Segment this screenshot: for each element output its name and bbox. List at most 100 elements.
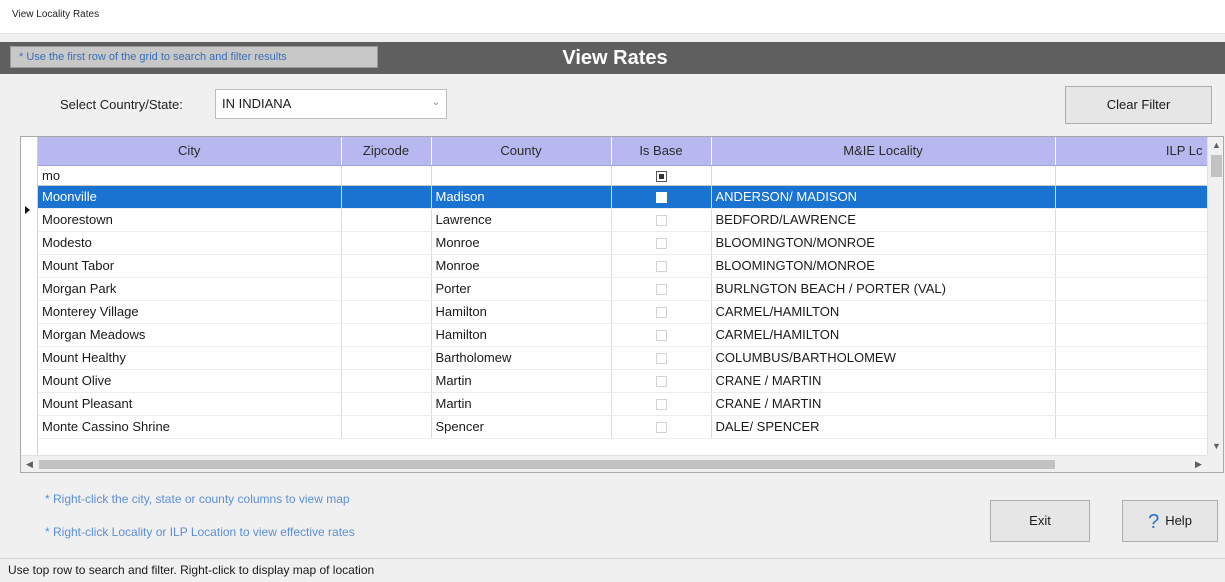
zipcode-cell[interactable] [341,346,432,370]
table-row[interactable]: Modesto Monroe BLOOMINGTON/MONROE [38,231,1208,255]
city-cell[interactable]: Monterey Village [38,300,342,324]
county-cell[interactable]: Bartholomew [431,346,612,370]
table-row[interactable]: Morgan Park Porter BURLNGTON BEACH / PORTE… [38,277,1208,301]
mie-locality-cell[interactable]: ANDERSON/ MADISON [711,185,1056,209]
table-row[interactable]: Morgan Meadows Hamilton CARMEL/HAMILTON [38,323,1208,347]
zipcode-cell[interactable] [341,323,432,347]
table-row[interactable]: Moonville Madison ANDERSON/ MADISON [38,185,1208,209]
ilp-location-cell[interactable] [1055,277,1208,301]
ilp-location-cell[interactable] [1055,415,1208,439]
is-base-cell[interactable] [611,369,712,393]
city-cell[interactable]: Monte Cassino Shrine [38,415,342,439]
zipcode-cell[interactable] [341,277,432,301]
zipcode-cell[interactable] [341,254,432,278]
is-base-cell[interactable] [611,346,712,370]
table-row[interactable]: Mount Tabor Monroe BLOOMINGTON/MONROE [38,254,1208,278]
help-button[interactable]: ? Help [1122,500,1218,542]
county-cell[interactable]: Monroe [431,231,612,255]
filter-city-input[interactable]: mo [38,165,342,186]
filter-is-base-checkbox[interactable] [611,165,712,186]
mie-locality-cell[interactable]: CRANE / MARTIN [711,392,1056,416]
mie-locality-cell[interactable]: BLOOMINGTON/MONROE [711,231,1056,255]
filter-mie-input[interactable] [711,165,1056,186]
ilp-location-cell[interactable] [1055,346,1208,370]
is-base-cell[interactable] [611,300,712,324]
ilp-location-cell[interactable] [1055,300,1208,324]
table-row[interactable]: Mount Healthy Bartholomew COLUMBUS/BARTHOL… [38,346,1208,370]
is-base-cell[interactable] [611,231,712,255]
scroll-right-icon[interactable]: ▶ [1190,456,1207,472]
table-row[interactable]: Monterey Village Hamilton CARMEL/HAMILTON [38,300,1208,324]
mie-locality-cell[interactable]: CARMEL/HAMILTON [711,300,1056,324]
is-base-cell[interactable] [611,185,712,209]
zipcode-cell[interactable] [341,208,432,232]
mie-locality-cell[interactable]: DALE/ SPENCER [711,415,1056,439]
zipcode-cell[interactable] [341,415,432,439]
mie-locality-cell[interactable]: CARMEL/HAMILTON [711,323,1056,347]
is-base-cell[interactable] [611,415,712,439]
column-header-zipcode[interactable]: Zipcode [341,137,432,166]
zipcode-cell[interactable] [341,185,432,209]
country-state-select[interactable]: IN INDIANA ⌄ [215,89,447,119]
county-cell[interactable]: Lawrence [431,208,612,232]
column-header-ilp-location[interactable]: ILP Lc [1055,137,1208,166]
filter-ilp-input[interactable] [1055,165,1208,186]
county-cell[interactable]: Hamilton [431,300,612,324]
city-cell[interactable]: Mount Healthy [38,346,342,370]
column-header-is-base[interactable]: Is Base [611,137,712,166]
exit-button[interactable]: Exit [990,500,1090,542]
is-base-cell[interactable] [611,208,712,232]
city-cell[interactable]: Mount Pleasant [38,392,342,416]
horizontal-scrollbar[interactable]: ◀ ▶ [21,455,1207,472]
vertical-scroll-thumb[interactable] [1211,155,1222,177]
city-cell[interactable]: Moonville [38,185,342,209]
scroll-down-icon[interactable]: ▼ [1208,438,1223,455]
mie-locality-cell[interactable]: BLOOMINGTON/MONROE [711,254,1056,278]
county-cell[interactable]: Martin [431,369,612,393]
ilp-location-cell[interactable] [1055,185,1208,209]
city-cell[interactable]: Moorestown [38,208,342,232]
column-header-city[interactable]: City [38,137,342,166]
filter-zipcode-input[interactable] [341,165,432,186]
zipcode-cell[interactable] [341,369,432,393]
county-cell[interactable]: Hamilton [431,323,612,347]
table-row[interactable]: Mount Pleasant Martin CRANE / MARTIN [38,392,1208,416]
vertical-scrollbar[interactable]: ▲ ▼ [1207,137,1223,455]
city-cell[interactable]: Mount Tabor [38,254,342,278]
ilp-location-cell[interactable] [1055,369,1208,393]
column-header-mie-locality[interactable]: M&IE Locality [711,137,1056,166]
mie-locality-cell[interactable]: BURLNGTON BEACH / PORTER (VAL) [711,277,1056,301]
county-cell[interactable]: Monroe [431,254,612,278]
ilp-location-cell[interactable] [1055,231,1208,255]
county-cell[interactable]: Spencer [431,415,612,439]
mie-locality-cell[interactable]: BEDFORD/LAWRENCE [711,208,1056,232]
zipcode-cell[interactable] [341,300,432,324]
clear-filter-button[interactable]: Clear Filter [1065,86,1212,124]
city-cell[interactable]: Morgan Meadows [38,323,342,347]
county-cell[interactable]: Porter [431,277,612,301]
ilp-location-cell[interactable] [1055,208,1208,232]
scroll-left-icon[interactable]: ◀ [21,456,38,472]
filter-county-input[interactable] [431,165,612,186]
city-cell[interactable]: Morgan Park [38,277,342,301]
is-base-cell[interactable] [611,254,712,278]
mie-locality-cell[interactable]: COLUMBUS/BARTHOLOMEW [711,346,1056,370]
zipcode-cell[interactable] [341,392,432,416]
is-base-cell[interactable] [611,323,712,347]
ilp-location-cell[interactable] [1055,254,1208,278]
county-cell[interactable]: Martin [431,392,612,416]
table-row[interactable]: Monte Cassino Shrine Spencer DALE/ SPENCER [38,415,1208,439]
horizontal-scroll-thumb[interactable] [39,460,1055,469]
is-base-cell[interactable] [611,277,712,301]
mie-locality-cell[interactable]: CRANE / MARTIN [711,369,1056,393]
ilp-location-cell[interactable] [1055,392,1208,416]
scroll-up-icon[interactable]: ▲ [1208,137,1223,154]
ilp-location-cell[interactable] [1055,323,1208,347]
table-row[interactable]: Moorestown Lawrence BEDFORD/LAWRENCE [38,208,1208,232]
county-cell[interactable]: Madison [431,185,612,209]
city-cell[interactable]: Modesto [38,231,342,255]
zipcode-cell[interactable] [341,231,432,255]
is-base-cell[interactable] [611,392,712,416]
city-cell[interactable]: Mount Olive [38,369,342,393]
table-row[interactable]: Mount Olive Martin CRANE / MARTIN [38,369,1208,393]
